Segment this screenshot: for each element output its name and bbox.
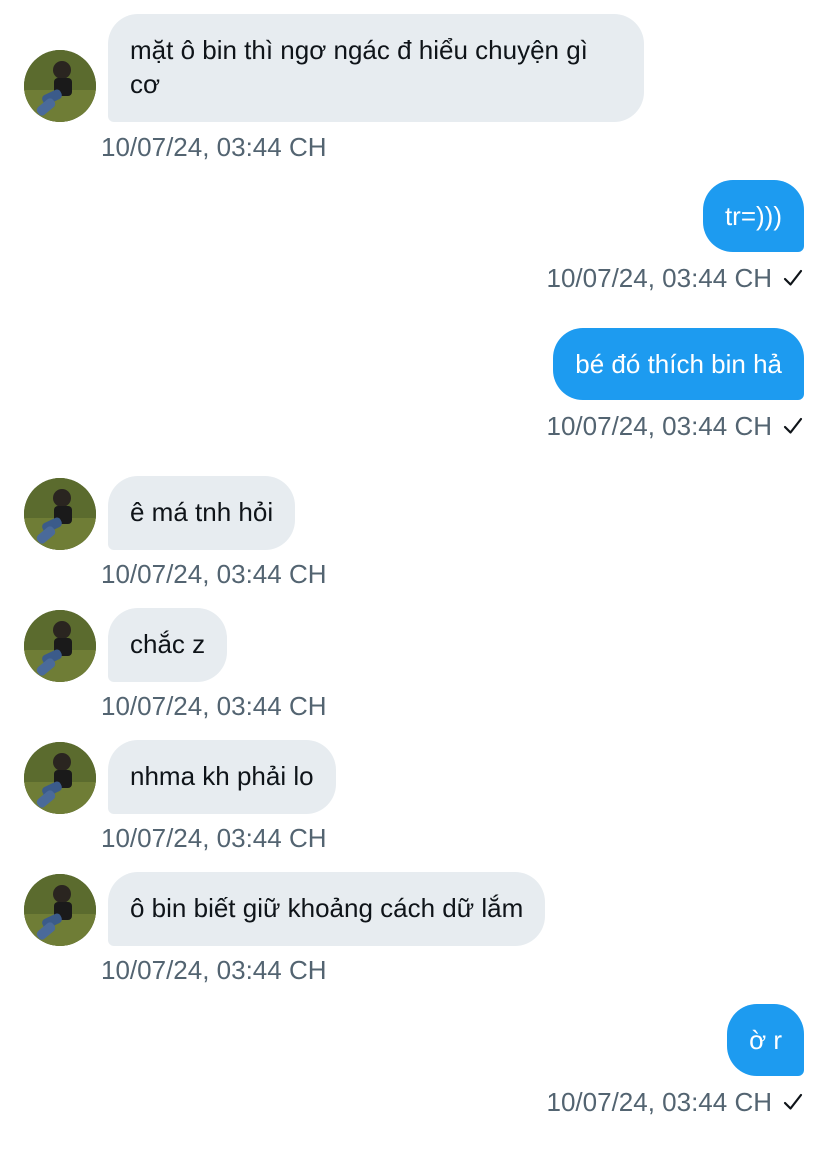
message-timestamp: 10/07/24, 03:44 CH (547, 1087, 805, 1117)
message-text: ê má tnh hỏi (130, 497, 274, 527)
avatar-photo (24, 742, 96, 814)
avatar[interactable] (24, 610, 96, 682)
message-text: tr=))) (724, 201, 782, 231)
timestamp-text: 10/07/24, 03:44 CH (546, 411, 773, 441)
timestamp-text: 10/07/24, 03:44 CH (101, 823, 327, 853)
avatar-photo (24, 874, 96, 946)
avatar[interactable] (24, 50, 96, 122)
message-text: chắc z (130, 629, 206, 659)
avatar-photo (24, 50, 96, 122)
timestamp-text: 10/07/24, 03:44 CH (101, 559, 327, 589)
message-text: mặt ô bin thì ngơ ngác đ hiểu chuyện gì … (130, 35, 588, 99)
message-timestamp: 10/07/24, 03:44 CH (101, 823, 327, 853)
message-bubble-incoming[interactable]: nhma kh phải lo (108, 740, 336, 814)
message-bubble-incoming[interactable]: mặt ô bin thì ngơ ngác đ hiểu chuyện gì … (108, 14, 644, 122)
message-text: nhma kh phải lo (130, 761, 314, 791)
message-timestamp: 10/07/24, 03:44 CH (547, 263, 805, 293)
message-timestamp: 10/07/24, 03:44 CH (547, 411, 805, 441)
timestamp-text: 10/07/24, 03:44 CH (101, 955, 327, 985)
message-timestamp: 10/07/24, 03:44 CH (101, 132, 327, 162)
timestamp-text: 10/07/24, 03:44 CH (101, 132, 327, 162)
timestamp-text: 10/07/24, 03:44 CH (101, 691, 327, 721)
message-bubble-outgoing[interactable]: ờ r (727, 1004, 804, 1076)
avatar[interactable] (24, 874, 96, 946)
message-bubble-incoming[interactable]: chắc z (108, 608, 228, 682)
avatar-photo (24, 478, 96, 550)
message-bubble-outgoing[interactable]: bé đó thích bin hả (553, 328, 804, 400)
message-timestamp: 10/07/24, 03:44 CH (101, 955, 327, 985)
message-bubble-incoming[interactable]: ê má tnh hỏi (108, 476, 296, 550)
timestamp-text: 10/07/24, 03:44 CH (546, 1087, 773, 1117)
message-bubble-outgoing[interactable]: tr=))) (702, 180, 804, 252)
timestamp-text: 10/07/24, 03:44 CH (546, 263, 773, 293)
message-text: ờ r (749, 1025, 782, 1055)
message-timestamp: 10/07/24, 03:44 CH (101, 559, 327, 589)
message-text: bé đó thích bin hả (575, 349, 782, 379)
check-icon (783, 269, 803, 286)
avatar-photo (24, 610, 96, 682)
avatar[interactable] (24, 478, 96, 550)
message-timestamp: 10/07/24, 03:44 CH (101, 691, 327, 721)
avatar[interactable] (24, 742, 96, 814)
message-bubble-incoming[interactable]: ô bin biết giữ khoảng cách dữ lắm (108, 872, 546, 946)
message-text: ô bin biết giữ khoảng cách dữ lắm (130, 893, 524, 923)
check-icon (783, 1093, 803, 1110)
check-icon (783, 417, 803, 434)
